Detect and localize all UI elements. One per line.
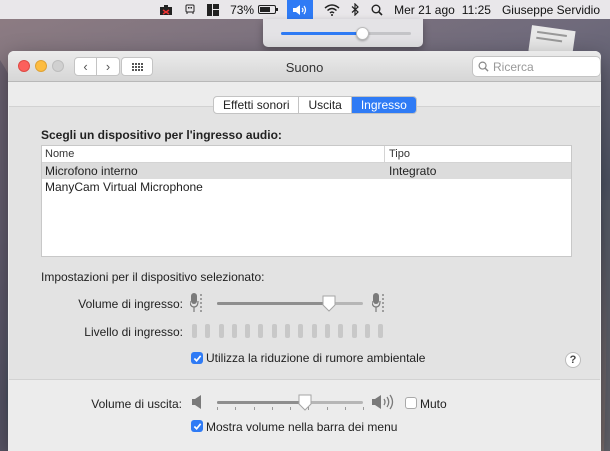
output-volume-fill xyxy=(217,401,305,404)
level-bar xyxy=(351,324,357,338)
slider-tick xyxy=(253,407,255,410)
search-icon xyxy=(478,61,489,72)
slider-tick xyxy=(271,407,273,410)
menu-bar: 73% Mer 21 ago 11:25 Giuseppe Servidio xyxy=(0,0,610,19)
checkmark-icon xyxy=(193,422,201,430)
table-header: Nome Tipo xyxy=(42,146,571,163)
device-name: Microfono interno xyxy=(45,164,138,178)
level-bar xyxy=(285,324,291,338)
slider-tick xyxy=(235,407,237,410)
output-volume-knob[interactable] xyxy=(298,394,312,411)
speaker-high-icon xyxy=(372,394,394,410)
level-bar xyxy=(364,324,370,338)
tab-input[interactable]: Ingresso xyxy=(350,97,416,113)
input-section-title: Scegli un dispositivo per l'ingresso aud… xyxy=(41,128,282,142)
level-bar xyxy=(245,324,251,338)
volume-menu-icon[interactable] xyxy=(287,0,314,19)
slider-tick xyxy=(290,407,291,410)
noise-reduction-label[interactable]: Utilizza la riduzione di rumore ambienta… xyxy=(206,351,425,365)
table-row[interactable]: ManyCam Virtual Microphone xyxy=(42,179,571,195)
slider-tick xyxy=(217,407,218,410)
slider-tick xyxy=(326,407,328,410)
battery-percent: 73% xyxy=(230,2,255,17)
input-volume-slider[interactable] xyxy=(217,295,363,312)
output-volume-label: Volume di uscita: xyxy=(91,397,182,411)
table-row[interactable]: Microfono interno Integrato xyxy=(42,163,571,179)
menubar-volume-knob[interactable] xyxy=(355,27,369,40)
bluetooth-icon[interactable] xyxy=(351,0,360,19)
column-header-type[interactable]: Tipo xyxy=(385,146,410,162)
level-bar xyxy=(205,324,211,338)
volume-popover xyxy=(263,19,423,47)
mute-label[interactable]: Muto xyxy=(420,397,447,411)
level-bar xyxy=(298,324,304,338)
level-bar xyxy=(378,324,384,338)
level-bar xyxy=(192,324,197,338)
menubar-user[interactable]: Giuseppe Servidio xyxy=(502,0,600,19)
tab-sound-effects[interactable]: Effetti sonori xyxy=(214,97,298,113)
level-bar xyxy=(218,324,224,338)
level-bar xyxy=(271,324,277,338)
layout-icon[interactable] xyxy=(207,0,220,19)
menubar-volume-fill xyxy=(281,32,362,35)
title-bar: ‹ › Suono xyxy=(8,51,601,82)
tab-output[interactable]: Uscita xyxy=(298,97,350,113)
speaker-low-icon xyxy=(192,395,201,409)
level-bar xyxy=(338,324,344,338)
slider-tick xyxy=(308,407,310,410)
battery-icon xyxy=(258,5,279,14)
input-volume-knob[interactable] xyxy=(322,295,336,312)
search-input[interactable] xyxy=(493,59,593,74)
checkmark-icon xyxy=(193,354,201,362)
menubar-time: 11:25 xyxy=(461,2,491,17)
sound-preferences-window: ‹ › Suono Effetti sonori Uscita Ingresso… xyxy=(8,51,601,451)
show-volume-menubar-label[interactable]: Mostra volume nella barra dei menu xyxy=(206,420,397,434)
input-volume-label: Volume di ingresso: xyxy=(78,297,183,311)
menubar-volume-slider[interactable] xyxy=(281,27,411,40)
microphone-high-icon xyxy=(372,293,384,312)
wifi-icon[interactable] xyxy=(324,0,340,19)
show-volume-menubar-checkbox[interactable] xyxy=(191,420,203,432)
device-settings-label: Impostazioni per il dispositivo selezion… xyxy=(41,270,265,284)
level-bar xyxy=(311,324,317,338)
input-level-meter xyxy=(192,324,391,338)
spotlight-search-icon[interactable] xyxy=(371,0,383,19)
level-bar xyxy=(258,324,264,338)
user-name: Giuseppe Servidio xyxy=(501,2,600,17)
device-type: Integrato xyxy=(389,164,437,178)
slider-tick xyxy=(344,407,346,410)
output-volume-slider[interactable] xyxy=(217,394,363,411)
battery-fill xyxy=(260,7,271,12)
menubar-date: Mer 21 ago xyxy=(394,2,455,17)
level-bar xyxy=(324,324,330,338)
battery-status[interactable]: 73% xyxy=(230,0,279,19)
level-bar xyxy=(231,324,237,338)
robot-icon[interactable] xyxy=(184,0,196,19)
slider-tick xyxy=(363,407,364,410)
help-button[interactable]: ? xyxy=(565,352,581,368)
menubar-clock[interactable]: Mer 21 ago 11:25 xyxy=(394,0,491,19)
input-level-label: Livello di ingresso: xyxy=(84,325,183,339)
mute-checkbox[interactable] xyxy=(405,397,417,409)
input-device-table: Nome Tipo Microfono interno Integrato Ma… xyxy=(41,145,572,257)
column-header-name[interactable]: Nome xyxy=(42,146,385,162)
noise-reduction-checkbox[interactable] xyxy=(191,352,203,364)
app-icon-1[interactable] xyxy=(159,0,173,19)
search-field[interactable] xyxy=(472,56,601,77)
microphone-low-icon xyxy=(190,293,202,312)
input-volume-fill xyxy=(217,302,330,305)
device-name: ManyCam Virtual Microphone xyxy=(45,180,203,194)
tab-bar: Effetti sonori Uscita Ingresso xyxy=(213,96,417,114)
